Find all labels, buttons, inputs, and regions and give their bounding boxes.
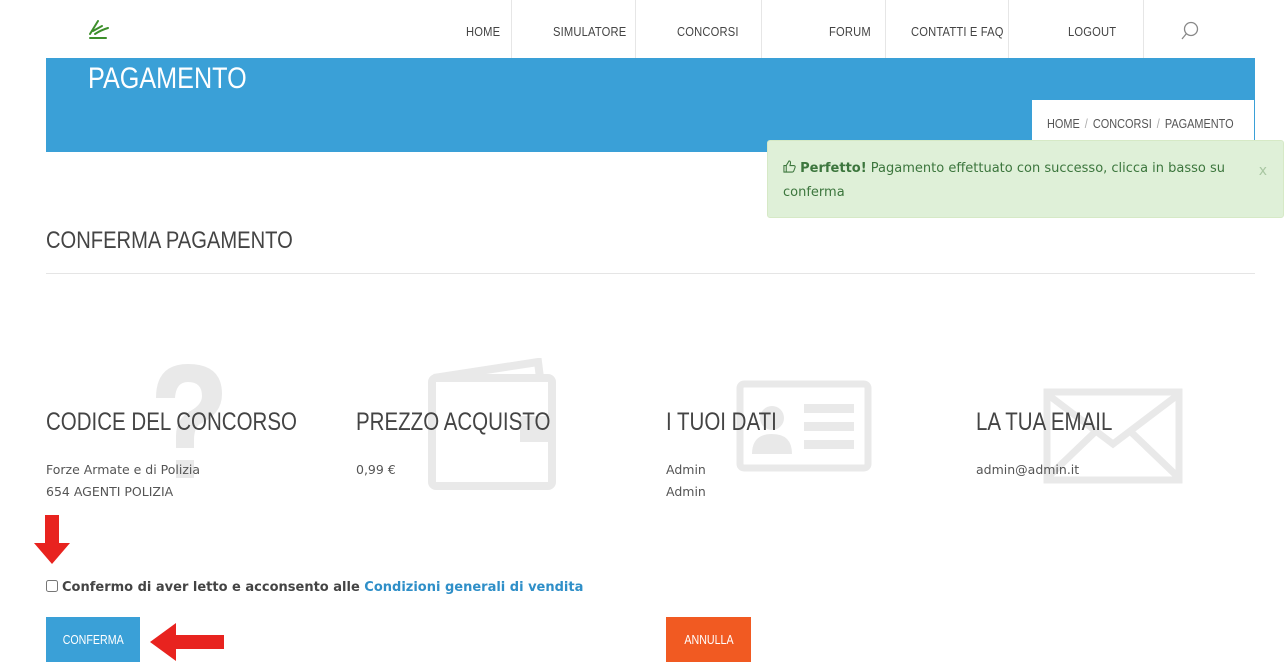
concorso-category: Forze Armate e di Polizia — [46, 462, 201, 477]
email-value: admin@admin.it — [976, 462, 1080, 477]
prezzo-acquisto-title: PREZZO ACQUISTO — [356, 408, 551, 436]
down-arrow-annotation-icon — [34, 515, 70, 564]
concorso-name: 654 AGENTI POLIZIA — [46, 484, 174, 499]
codice-concorso-value: Forze Armate e di Polizia 654 AGENTI POL… — [46, 459, 200, 503]
nav-home[interactable]: HOME — [466, 0, 500, 58]
section-title: CONFERMA PAGAMENTO — [46, 227, 293, 254]
terms-text: Confermo di aver letto e acconsento alle — [62, 580, 365, 595]
top-navbar: HOME SIMULATORE CONCORSI FORUM CONTATTI … — [0, 0, 1287, 58]
nav-logout[interactable]: LOGOUT — [1068, 0, 1116, 58]
breadcrumb-concorsi[interactable]: CONCORSI — [1093, 116, 1152, 131]
breadcrumb-current: PAGAMENTO — [1164, 116, 1234, 131]
breadcrumb-separator: / — [1156, 116, 1160, 131]
terms-link[interactable]: Condizioni generali di vendita — [364, 580, 583, 595]
alert-message: Perfetto! Pagamento effettuato con succe… — [783, 157, 1233, 205]
alert-close-button[interactable]: x — [1259, 159, 1267, 183]
prezzo-value: 0,99 € — [356, 462, 396, 477]
nav-concorsi[interactable]: CONCORSI — [677, 0, 739, 58]
terms-agreement[interactable]: Confermo di aver letto e acconsento alle… — [46, 580, 583, 595]
nav-forum[interactable]: FORUM — [829, 0, 871, 58]
alert-strong: Perfetto! — [800, 161, 867, 176]
user-last-name: Admin — [666, 484, 706, 499]
logo-icon[interactable] — [86, 16, 112, 42]
conferma-button[interactable]: CONFERMA — [46, 617, 140, 662]
nav-simulatore[interactable]: SIMULATORE — [553, 0, 626, 58]
thumbs-up-icon — [783, 160, 796, 173]
breadcrumb-separator: / — [1084, 116, 1088, 131]
annulla-label: ANNULLA — [683, 632, 734, 647]
tua-email-title: LA TUA EMAIL — [976, 408, 1113, 436]
tuoi-dati-title: I TUOI DATI — [666, 408, 777, 436]
left-arrow-annotation-icon — [150, 623, 224, 661]
breadcrumb-home[interactable]: HOME — [1047, 116, 1080, 131]
conferma-label: CONFERMA — [62, 632, 124, 647]
page-title: PAGAMENTO — [88, 62, 247, 95]
search-icon[interactable] — [1180, 20, 1200, 42]
codice-concorso-title: CODICE DEL CONCORSO — [46, 408, 297, 436]
user-first-name: Admin — [666, 462, 706, 477]
divider — [46, 273, 1255, 274]
terms-checkbox[interactable] — [46, 580, 58, 592]
nav-contatti-faq[interactable]: CONTATTI E FAQ — [911, 0, 1004, 58]
annulla-button[interactable]: ANNULLA — [666, 617, 751, 662]
tuoi-dati-value: Admin Admin — [666, 459, 706, 503]
success-alert: Perfetto! Pagamento effettuato con succe… — [767, 140, 1284, 218]
